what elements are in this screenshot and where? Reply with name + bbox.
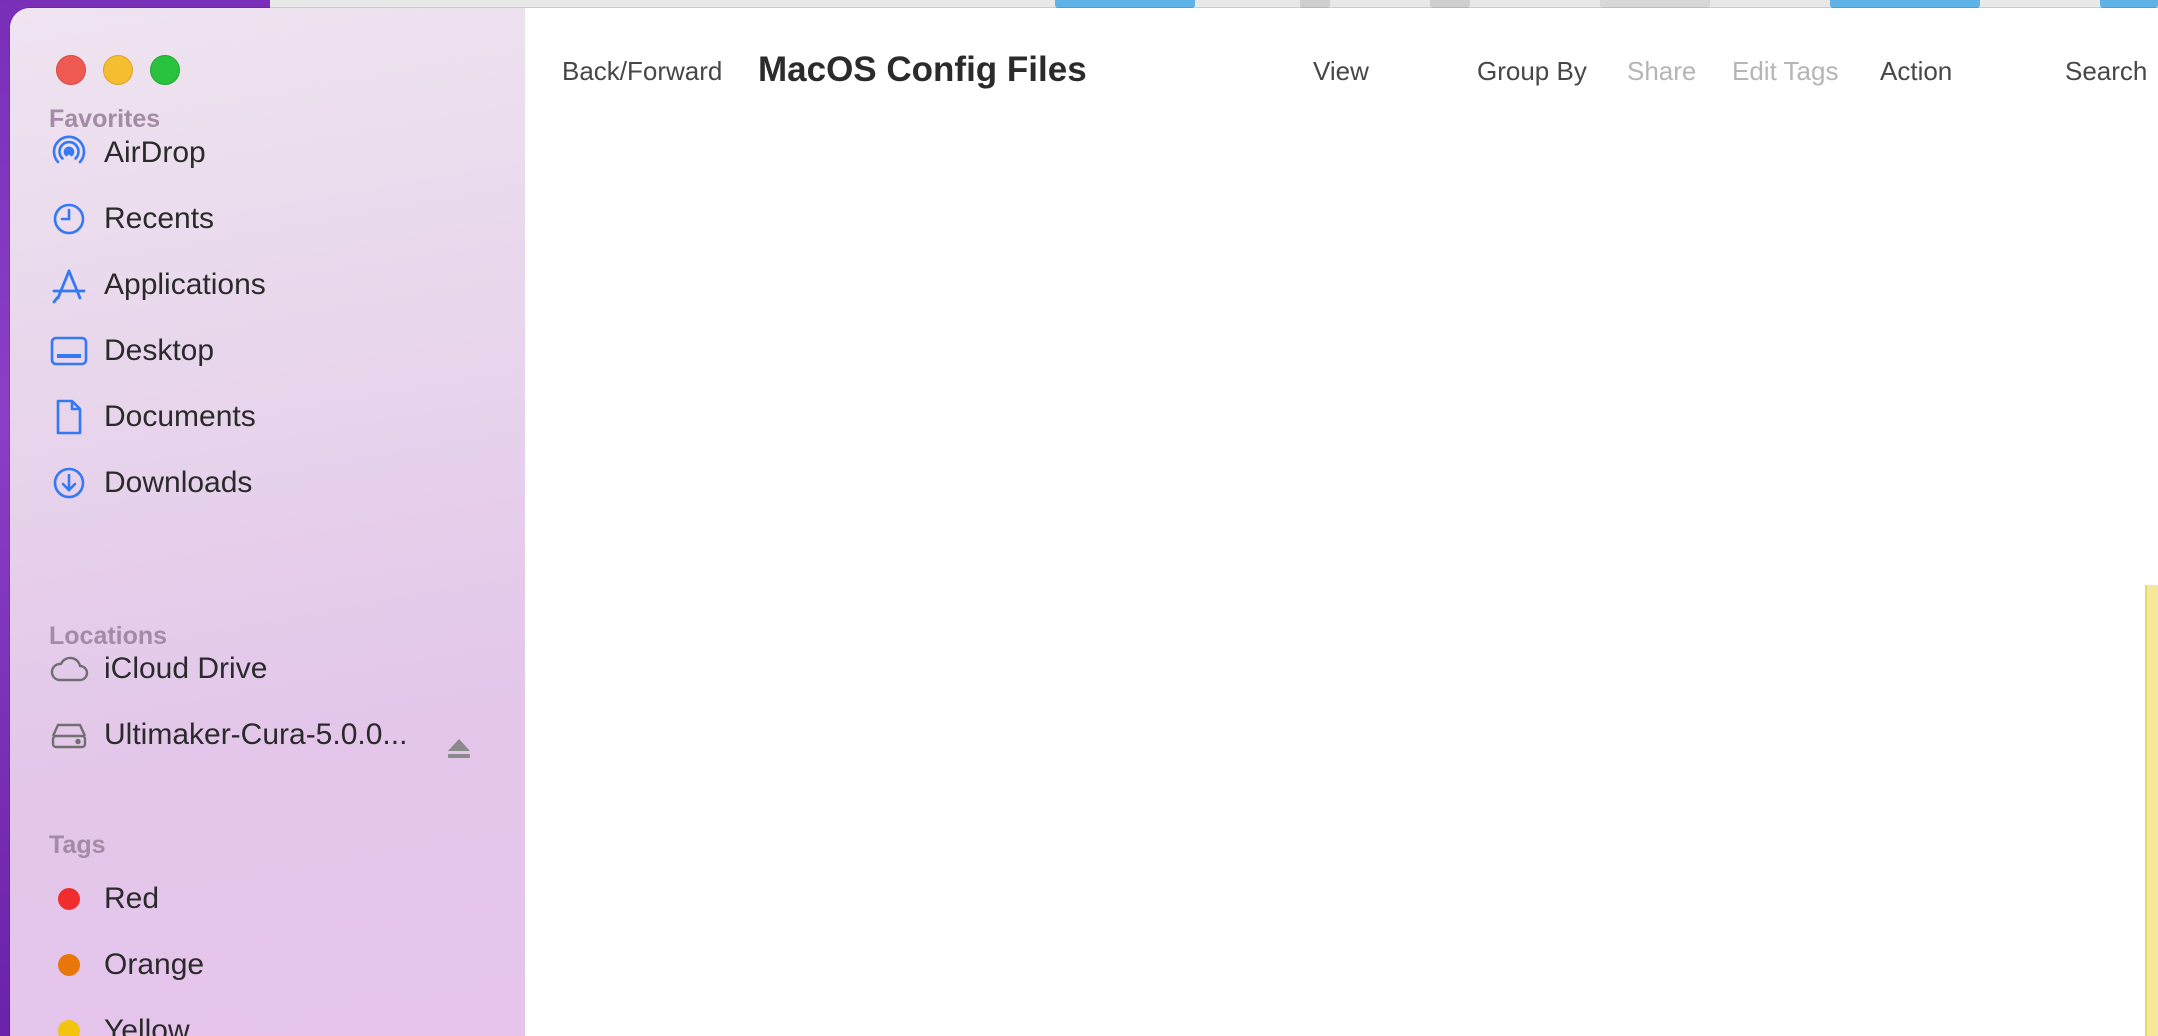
applications-icon [48, 264, 90, 306]
sidebar-item-label: iCloud Drive [104, 652, 268, 685]
sidebar-item-desktop[interactable]: Desktop [48, 326, 488, 376]
tag-dot-orange [48, 944, 90, 986]
sidebar-item-icloud-drive[interactable]: iCloud Drive [48, 644, 488, 694]
airdrop-icon [48, 132, 90, 174]
close-window-button[interactable] [56, 55, 86, 85]
eject-icon[interactable] [446, 738, 472, 765]
sidebar-item-recents[interactable]: Recents [48, 194, 488, 244]
download-icon [48, 462, 90, 504]
background-window-edge [2145, 585, 2158, 1036]
clock-icon [48, 198, 90, 240]
sidebar-item-applications[interactable]: Applications [48, 260, 488, 310]
sidebar-item-label: Ultimaker-Cura-5.0.0... [104, 718, 408, 751]
sidebar-item-tag-orange[interactable]: Orange [48, 940, 488, 990]
tags-section-title: Tags [49, 831, 106, 859]
zoom-window-button[interactable] [150, 55, 180, 85]
sidebar-item-label: Yellow [104, 1014, 190, 1036]
cloud-icon [48, 648, 90, 690]
desktop-icon [48, 330, 90, 372]
search-button[interactable]: Search [2065, 56, 2147, 87]
sidebar-item-airdrop[interactable]: AirDrop [48, 128, 488, 178]
edit-tags-button[interactable]: Edit Tags [1732, 56, 1838, 87]
action-button[interactable]: Action [1880, 56, 1952, 87]
sidebar: Favorites AirDrop Recents Applications D… [10, 8, 525, 1036]
sidebar-item-label: AirDrop [104, 136, 206, 169]
document-icon [48, 396, 90, 438]
window-title: MacOS Config Files [758, 50, 1087, 89]
sidebar-item-tag-red[interactable]: Red [48, 874, 488, 924]
sidebar-item-label: Applications [104, 268, 266, 301]
sidebar-item-label: Documents [104, 400, 256, 433]
disk-icon [48, 714, 90, 756]
group-by-button[interactable]: Group By [1477, 56, 1587, 87]
minimize-window-button[interactable] [103, 55, 133, 85]
sidebar-item-label: Red [104, 882, 160, 915]
view-button[interactable]: View [1313, 56, 1369, 87]
sidebar-item-documents[interactable]: Documents [48, 392, 488, 442]
tag-dot-yellow [48, 1010, 90, 1036]
back-forward-button[interactable]: Back/Forward [562, 56, 722, 87]
sidebar-item-ultimaker-cura[interactable]: Ultimaker-Cura-5.0.0... [48, 710, 488, 760]
finder-window: Favorites AirDrop Recents Applications D… [10, 8, 2158, 1036]
sidebar-item-label: Desktop [104, 334, 215, 367]
tag-dot-red [48, 878, 90, 920]
sidebar-item-label: Recents [104, 202, 215, 235]
sidebar-item-label: Downloads [104, 466, 253, 499]
sidebar-item-label: Orange [104, 948, 205, 981]
file-list-area[interactable] [525, 118, 2158, 1036]
sidebar-item-downloads[interactable]: Downloads [48, 458, 488, 508]
sidebar-item-tag-yellow[interactable]: Yellow [48, 1006, 488, 1036]
share-button[interactable]: Share [1627, 56, 1696, 87]
